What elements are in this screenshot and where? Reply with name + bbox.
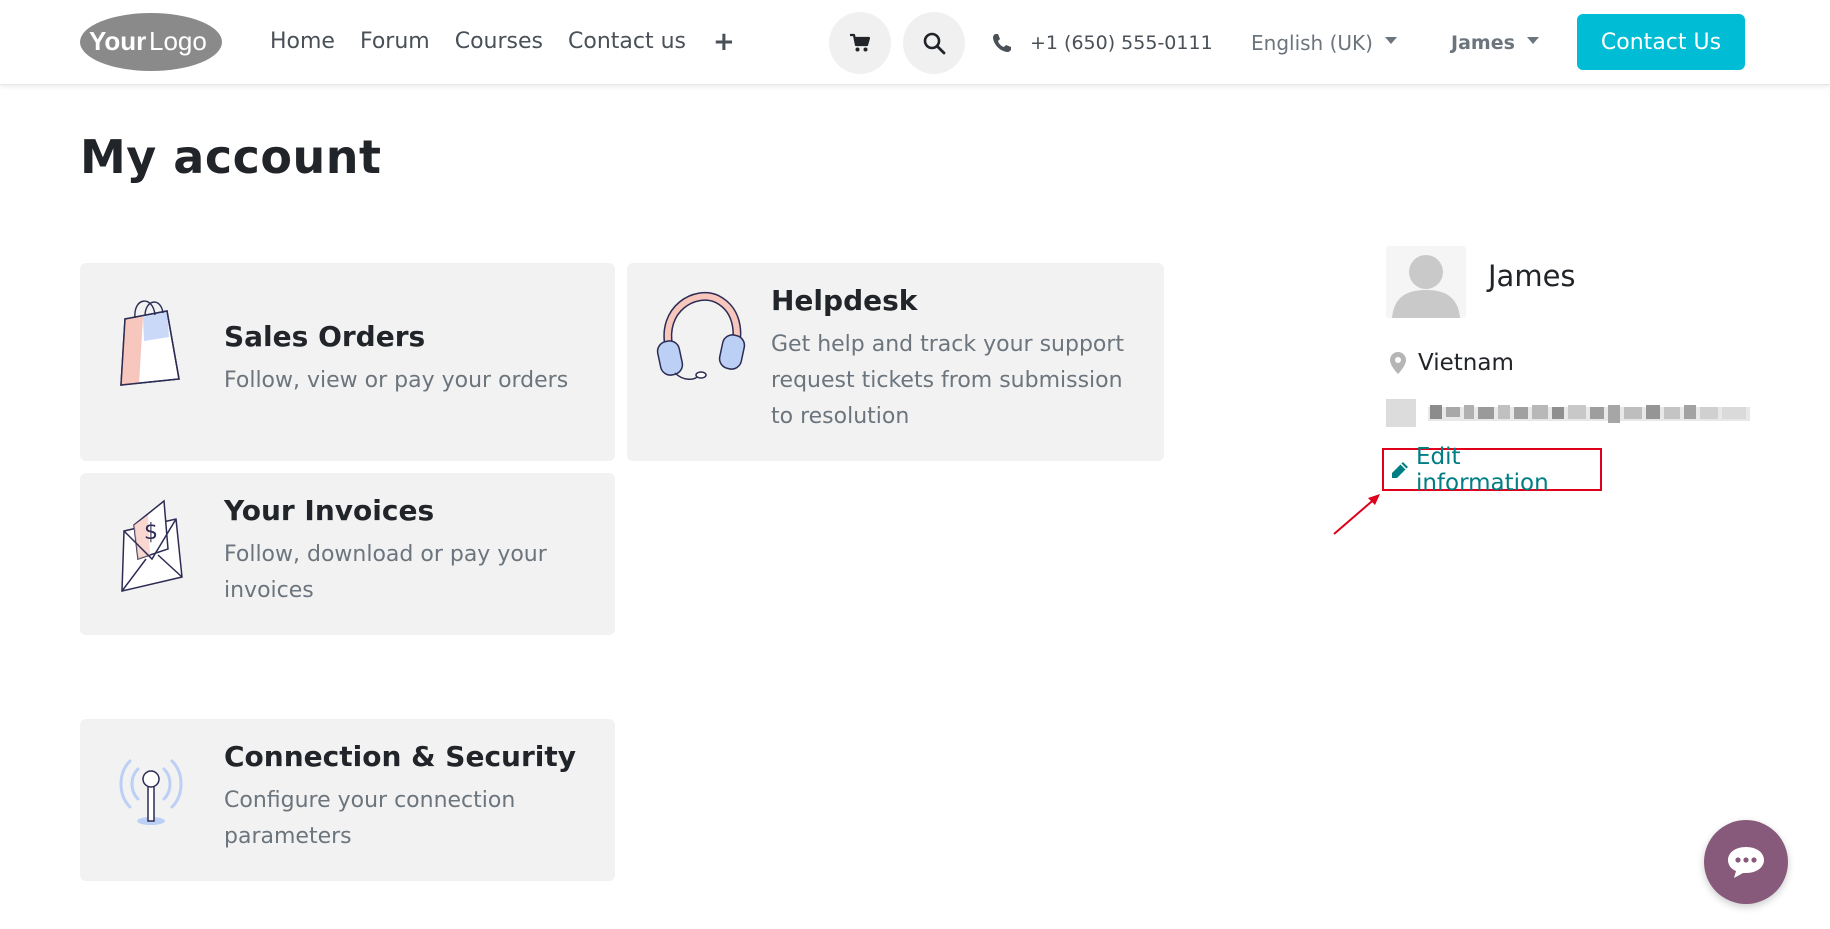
- avatar: [1386, 246, 1466, 318]
- page-title: My account: [80, 130, 382, 184]
- edit-information-link[interactable]: Edit information: [1382, 444, 1602, 496]
- search-icon: [923, 32, 946, 55]
- phone-link[interactable]: +1 (650) 555-0111: [992, 26, 1213, 60]
- nav-contact-us[interactable]: Contact us: [568, 22, 686, 62]
- cart-icon: [850, 33, 871, 52]
- logo-text-your: Your: [89, 26, 146, 56]
- map-marker-icon: [1390, 352, 1406, 374]
- antenna-signal-icon: [119, 759, 183, 825]
- chevron-down-icon: [1526, 36, 1539, 44]
- main-menu: Home Forum Courses Contact us +: [270, 22, 735, 62]
- language-label: English (UK): [1251, 31, 1373, 55]
- top-navbar: Your Logo Home Forum Courses Contact us …: [0, 0, 1830, 85]
- location-text: Vietnam: [1418, 350, 1514, 376]
- phone-number: +1 (650) 555-0111: [1030, 32, 1213, 54]
- card-description-line: Configure your connection: [224, 788, 516, 813]
- card-helpdesk[interactable]: Helpdesk Get help and track your support…: [627, 263, 1164, 461]
- card-description: Follow, view or pay your orders: [224, 368, 569, 393]
- card-description: Configure your connection parameters: [224, 783, 515, 855]
- card-invoices[interactable]: $ Your Invoices Follow, download or pay …: [80, 473, 615, 635]
- search-button[interactable]: [903, 12, 965, 74]
- nav-courses[interactable]: Courses: [455, 22, 543, 62]
- chevron-down-icon: [1384, 36, 1397, 44]
- live-chat-button[interactable]: [1704, 820, 1788, 904]
- card-description-line: request tickets from submission: [771, 368, 1123, 393]
- user-placeholder-icon: [1392, 255, 1460, 318]
- phone-icon: [993, 34, 1011, 52]
- annotation-arrow: [1333, 494, 1380, 535]
- card-description-line: Get help and track your support: [771, 332, 1125, 357]
- edit-information-label: Edit information: [1415, 443, 1549, 496]
- contact-us-button[interactable]: Contact Us: [1577, 14, 1745, 70]
- cart-button[interactable]: [829, 12, 891, 74]
- add-menu-item-button[interactable]: +: [713, 22, 735, 62]
- card-description-line: Follow, download or pay your: [224, 542, 547, 567]
- invoice-envelope-icon: $: [121, 499, 183, 592]
- profile-location: Vietnam: [1390, 350, 1514, 376]
- card-description-line: parameters: [224, 824, 352, 849]
- nav-home[interactable]: Home: [270, 22, 335, 62]
- card-description: Follow, download or pay your invoices: [224, 537, 547, 609]
- card-description: Get help and track your support request …: [771, 327, 1124, 435]
- user-name: James: [1451, 32, 1515, 54]
- card-title: Your Invoices: [224, 494, 435, 527]
- card-title: Connection & Security: [224, 740, 577, 773]
- language-selector[interactable]: English (UK): [1251, 26, 1397, 60]
- pencil-icon: [1391, 461, 1408, 478]
- card-title: Sales Orders: [224, 320, 426, 353]
- headset-icon: [656, 291, 746, 380]
- card-description-line: invoices: [224, 578, 314, 603]
- chat-icon: [1728, 847, 1764, 878]
- user-menu[interactable]: James: [1451, 26, 1539, 60]
- card-sales-orders[interactable]: Sales Orders Follow, view or pay your or…: [80, 263, 615, 461]
- brand-logo[interactable]: Your Logo: [79, 12, 223, 72]
- shopping-bag-icon: [120, 300, 180, 386]
- card-connection-security[interactable]: Connection & Security Configure your con…: [80, 719, 615, 881]
- card-description-line: to resolution: [771, 404, 910, 429]
- nav-forum[interactable]: Forum: [360, 22, 430, 62]
- blurred-contact-info: [1386, 399, 1750, 427]
- card-title: Helpdesk: [771, 284, 918, 317]
- profile-name: James: [1488, 259, 1576, 293]
- svg-text:$: $: [144, 520, 158, 545]
- logo-text-logo: Logo: [149, 26, 207, 56]
